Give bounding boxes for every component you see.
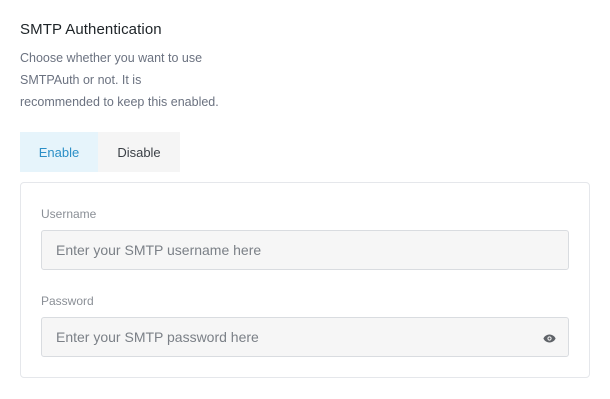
- eye-icon[interactable]: [542, 331, 556, 345]
- description-line: Choose whether you want to use: [20, 51, 203, 65]
- description-line: recommended to keep this enabled.: [20, 95, 219, 109]
- smtp-auth-description: Choose whether you want to use SMTPAuth …: [20, 47, 240, 113]
- description-line: SMTPAuth or not. It is: [20, 73, 142, 87]
- password-field-wrapper: [41, 317, 569, 357]
- disable-button[interactable]: Disable: [98, 132, 180, 172]
- username-input[interactable]: [56, 242, 554, 258]
- password-input[interactable]: [56, 329, 554, 345]
- credentials-card: Username Password: [20, 182, 590, 378]
- password-label: Password: [41, 294, 94, 308]
- smtp-auth-title: SMTP Authentication: [20, 21, 162, 38]
- username-label: Username: [41, 207, 97, 221]
- smtp-auth-toggle-group: Enable Disable: [20, 132, 180, 172]
- username-field-wrapper: [41, 230, 569, 270]
- enable-button[interactable]: Enable: [20, 132, 98, 172]
